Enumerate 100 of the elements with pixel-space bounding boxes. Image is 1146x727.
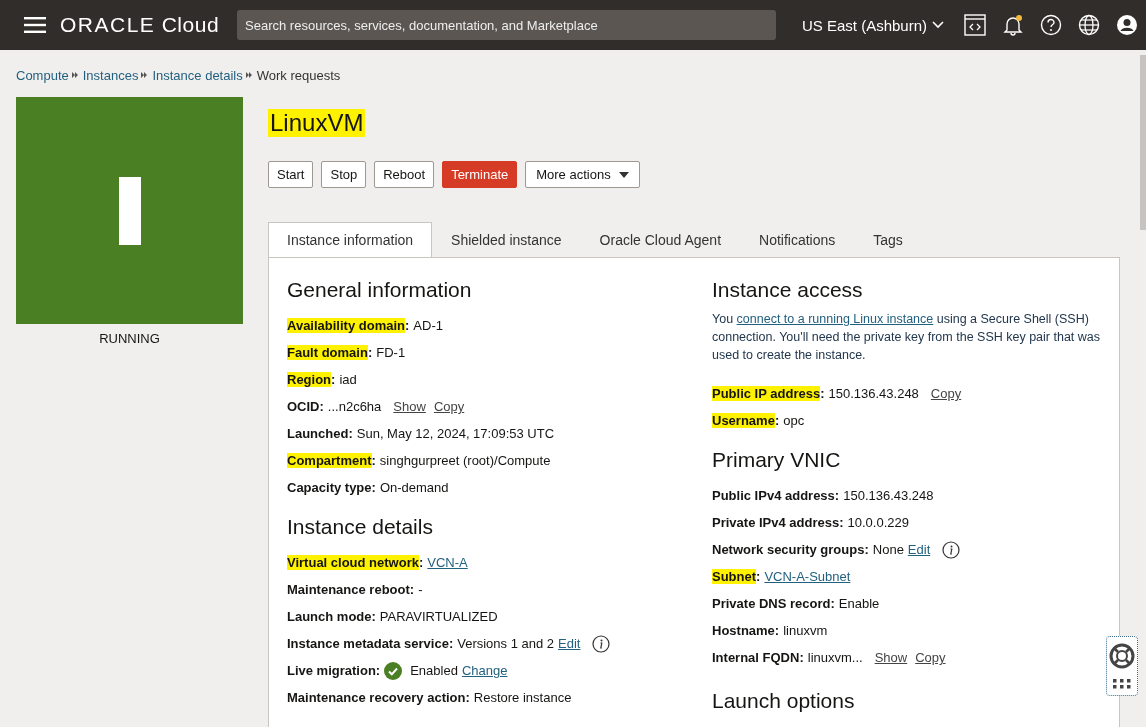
colon: :: [319, 399, 324, 414]
field-value: linuxvm...: [807, 650, 863, 665]
tab[interactable]: Instance information: [268, 222, 433, 257]
breadcrumb-link[interactable]: Compute: [16, 67, 69, 83]
breadcrumb-current: Work requests: [256, 67, 341, 83]
action-button[interactable]: Stop: [321, 161, 367, 188]
colon: :: [371, 480, 376, 495]
section-heading: Launch options: [712, 689, 856, 713]
colon: :: [367, 345, 373, 360]
colon: :: [774, 623, 780, 638]
scrollbar[interactable]: [1140, 55, 1146, 230]
section-heading: Primary VNIC: [712, 448, 842, 472]
colon: :: [465, 690, 470, 705]
colon: :: [834, 488, 840, 503]
logo[interactable]: ORACLE Cloud: [60, 13, 220, 37]
tab[interactable]: Notifications: [740, 222, 855, 257]
search-field[interactable]: Search resources, services, documentation, and Marketplace: [237, 10, 776, 40]
field-label: Private IPv4 address: [712, 515, 840, 530]
field-label: Maintenance reboot: [287, 582, 410, 597]
section-heading: General information: [287, 278, 473, 302]
field-value: Versions 1 and 2: [457, 636, 555, 651]
action-link[interactable]: Show: [874, 650, 908, 665]
connect-link[interactable]: connect to a running Linux instance: [736, 312, 934, 326]
bell-icon[interactable]: [1002, 14, 1024, 36]
action-link[interactable]: Copy: [915, 650, 946, 665]
breadcrumb-link[interactable]: Instance details: [152, 67, 243, 83]
breadcrumb-link[interactable]: Instances: [82, 67, 139, 83]
tab[interactable]: Tags: [854, 222, 922, 257]
code-editor-icon[interactable]: [964, 14, 986, 36]
field-value: iad: [339, 372, 357, 387]
help-icon[interactable]: [1040, 14, 1062, 36]
field-label: Internal FQDN: [712, 650, 800, 665]
action-link[interactable]: Copy: [930, 386, 962, 401]
field-link[interactable]: Edit: [558, 636, 581, 651]
section-heading: Instance details: [287, 515, 434, 539]
action-link[interactable]: Copy: [433, 399, 465, 414]
action-link[interactable]: Show: [393, 399, 426, 414]
colon: :: [331, 372, 336, 387]
colon: :: [448, 636, 454, 651]
field-value: On-demand: [379, 480, 449, 495]
lifebuoy-icon[interactable]: [1109, 643, 1135, 669]
colon: :: [405, 318, 410, 333]
field-label: OCID: [287, 399, 320, 414]
field-label: Launched: [287, 426, 349, 441]
field-value: 150.136.43.248: [843, 488, 934, 503]
chevron-icon: [245, 72, 252, 78]
colon: :: [418, 555, 424, 570]
colon: :: [839, 515, 844, 530]
field-label: Virtual cloud network: [287, 555, 419, 570]
field-link[interactable]: VCN-A: [427, 555, 468, 570]
field-label: Public IPv4 address: [712, 488, 835, 503]
help-widget[interactable]: [1106, 636, 1138, 696]
region-selector[interactable]: US East (Ashburn): [801, 16, 944, 34]
field-label: Hostname: [712, 623, 775, 638]
field-label: Network security groups: [712, 542, 865, 557]
chevron-icon: [141, 72, 148, 78]
action-button[interactable]: More actions: [525, 161, 640, 188]
action-button[interactable]: Terminate: [442, 161, 518, 188]
field-label: Public IP address: [712, 386, 821, 401]
tab[interactable]: Oracle Cloud Agent: [580, 222, 740, 257]
tab[interactable]: Shielded instance: [432, 222, 581, 257]
colon: :: [774, 413, 780, 428]
field-value: AD-1: [413, 318, 443, 333]
field-value: Sun, May 12, 2024, 17:09:53 UTC: [356, 426, 555, 441]
field-link[interactable]: Edit: [907, 542, 931, 557]
field-value: linuxvm: [783, 623, 828, 638]
info-icon[interactable]: [942, 540, 961, 559]
colon: :: [371, 453, 376, 468]
field-value: None: [872, 542, 904, 557]
chevron-icon: [71, 72, 78, 78]
colon: :: [756, 569, 761, 584]
field-value: ...n2c6ha: [327, 399, 382, 414]
action-button[interactable]: Start: [268, 161, 314, 188]
globe-icon[interactable]: [1078, 14, 1100, 36]
field-link[interactable]: VCN-A-Subnet: [764, 569, 851, 584]
colon: :: [830, 596, 835, 611]
info-icon[interactable]: [592, 634, 611, 653]
field-label: Capacity type: [287, 480, 372, 495]
field-value: singhgurpreet (root)/Compute: [379, 453, 551, 468]
field-label: Username: [712, 413, 775, 428]
field-value: opc: [783, 413, 805, 428]
field-link[interactable]: Change: [461, 663, 508, 678]
field-value: FD-1: [376, 345, 406, 360]
chevron-down-icon: [932, 21, 944, 29]
field-value: -: [418, 582, 423, 597]
field-value: PARAVIRTUALIZED: [379, 609, 498, 624]
action-button[interactable]: Reboot: [374, 161, 435, 188]
field-value: 150.136.43.248: [828, 386, 919, 401]
colon: :: [348, 426, 353, 441]
field-value: Enabled: [410, 663, 458, 678]
instance-title: LinuxVM: [268, 109, 366, 137]
colon: :: [820, 386, 825, 401]
colon: :: [375, 663, 381, 678]
user-avatar-icon[interactable]: [1116, 14, 1138, 36]
colon: :: [409, 582, 415, 597]
field-label: Availability domain: [287, 318, 405, 333]
field-label: Maintenance recovery action: [287, 690, 466, 705]
apps-grid-icon[interactable]: [1113, 679, 1131, 689]
menu-icon[interactable]: [24, 17, 46, 33]
field-label: Fault domain: [287, 345, 368, 360]
